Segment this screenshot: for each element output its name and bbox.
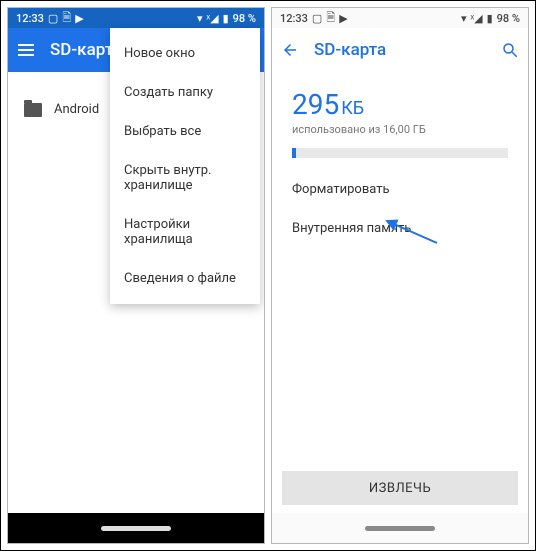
eject-label: ИЗВЛЕЧЬ (369, 481, 431, 496)
arrow-back-icon (281, 41, 299, 59)
overflow-menu: Новое окно Создать папку Выбрать все Скр… (110, 28, 260, 304)
used-space: 295КБ (292, 88, 508, 121)
wifi-icon: ▾ (197, 12, 203, 25)
eject-button[interactable]: ИЗВЛЕЧЬ (282, 471, 518, 505)
status-bar: 12:33 ▢ 🗎 ▶ ▾ ˣ◢ ▮ 98 % (272, 8, 528, 28)
signal-x-icon: ˣ◢ (471, 12, 483, 25)
phone-left: 12:33 ▢ 🗎 ▶ ▾ ˣ◢ ▮ 98 % SD-карта Android (7, 7, 265, 544)
folder-name: Android (54, 102, 99, 117)
wifi-icon: ▾ (461, 12, 467, 25)
status-bar: 12:33 ▢ 🗎 ▶ ▾ ˣ◢ ▮ 98 % (8, 8, 264, 28)
menu-item-hide-internal[interactable]: Скрыть внутр. хранилище (110, 151, 260, 205)
storage-summary: 295КБ использовано из 16,00 ГБ Форматиро… (272, 72, 528, 236)
play-icon: ▶ (75, 12, 83, 25)
home-pill[interactable] (101, 526, 171, 531)
menu-item-create-folder[interactable]: Создать папку (110, 73, 260, 112)
battery-icon: ▮ (487, 12, 493, 25)
folder-icon (24, 103, 42, 117)
menu-item-select-all[interactable]: Выбрать все (110, 112, 260, 151)
status-time: 12:33 (280, 12, 308, 25)
used-caption: использовано из 16,00 ГБ (292, 123, 508, 136)
app-bar: SD-карта (272, 28, 528, 72)
home-pill[interactable] (365, 526, 435, 531)
page-title: SD-карта (314, 40, 486, 60)
menu-item-new-window[interactable]: Новое окно (110, 34, 260, 73)
nav-bar (272, 513, 528, 543)
option-internal-memory[interactable]: Внутренняя память (292, 221, 508, 236)
file-icon: 🗎 (62, 9, 71, 28)
back-button[interactable] (280, 40, 300, 60)
battery-pct: 98 % (497, 12, 520, 25)
search-icon (501, 41, 519, 59)
phone-right: 12:33 ▢ 🗎 ▶ ▾ ˣ◢ ▮ 98 % SD-карта (271, 7, 529, 544)
usage-bar-fill (292, 148, 296, 158)
battery-icon: ▮ (223, 12, 229, 25)
menu-item-storage-settings[interactable]: Настройки хранилища (110, 205, 260, 259)
menu-item-file-info[interactable]: Сведения о файле (110, 259, 260, 298)
hamburger-icon (18, 49, 34, 51)
search-button[interactable] (500, 40, 520, 60)
option-format[interactable]: Форматировать (292, 182, 508, 197)
play-icon: ▶ (339, 12, 347, 25)
file-icon: 🗎 (326, 9, 335, 28)
battery-pct: 98 % (233, 12, 256, 25)
status-time: 12:33 (16, 12, 44, 25)
signal-x-icon: ˣ◢ (207, 12, 219, 25)
image-icon: ▢ (48, 12, 58, 25)
menu-button[interactable] (16, 40, 36, 60)
used-unit: КБ (341, 98, 364, 119)
used-value: 295 (292, 88, 339, 121)
image-icon: ▢ (312, 12, 322, 25)
usage-bar (292, 148, 508, 158)
nav-bar (8, 513, 264, 543)
